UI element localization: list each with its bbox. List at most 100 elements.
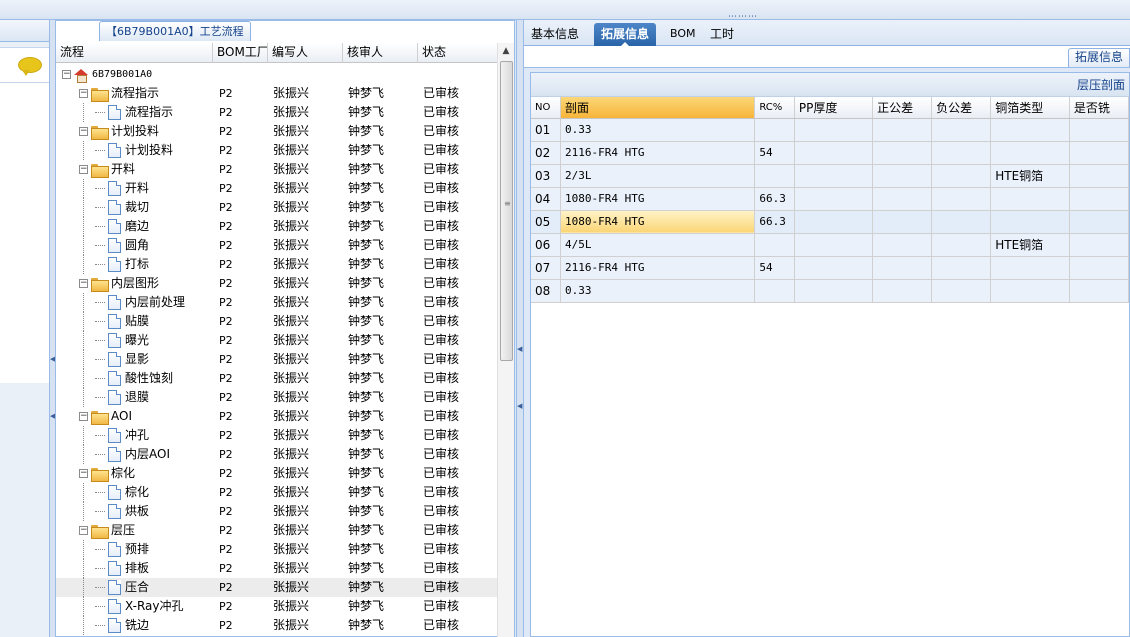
minus-tolerance-cell[interactable] [931, 118, 992, 142]
plus-tolerance-cell[interactable] [872, 187, 933, 211]
milling-cell[interactable] [1069, 256, 1129, 280]
foil-type-cell[interactable]: HTE铜箔 [990, 233, 1070, 257]
profile-cell[interactable]: 1080-FR4 HTG [560, 210, 756, 234]
tab-work-hours[interactable]: 工时 [703, 23, 741, 46]
no-cell[interactable]: 03 [531, 164, 561, 188]
tab-extended-info[interactable]: 拓展信息 [594, 23, 657, 46]
tree-row[interactable]: − 棕化 P2 张振兴 钟梦飞 已审核 [56, 464, 498, 483]
tree-row[interactable]: − 流程指示 P2 张振兴 钟梦飞 已审核 [56, 84, 498, 103]
scroll-up-icon[interactable]: ▲ [498, 43, 514, 59]
collapse-toggle-icon[interactable]: − [79, 165, 88, 174]
no-cell[interactable]: 07 [531, 256, 561, 280]
no-cell[interactable]: 02 [531, 141, 561, 165]
rc-cell[interactable] [754, 279, 795, 303]
subtab-extended-info[interactable]: 拓展信息 [1067, 48, 1130, 67]
tree-row[interactable]: 显影 P2 张振兴 钟梦飞 已审核 [56, 350, 498, 369]
rc-cell[interactable] [754, 164, 795, 188]
tree-row[interactable]: X-Ray冲孔 P2 张振兴 钟梦飞 已审核 [56, 597, 498, 616]
profile-cell[interactable]: 4/5L [560, 233, 756, 257]
tree-row[interactable]: 曝光 P2 张振兴 钟梦飞 已审核 [56, 331, 498, 350]
tree-row[interactable]: 开料 P2 张振兴 钟梦飞 已审核 [56, 179, 498, 198]
tree-row[interactable]: 压合 P2 张振兴 钟梦飞 已审核 [56, 578, 498, 597]
no-cell[interactable]: 01 [531, 118, 561, 142]
tree-row[interactable]: 内层AOI P2 张振兴 钟梦飞 已审核 [56, 445, 498, 464]
minus-tolerance-cell[interactable] [931, 141, 992, 165]
collapse-toggle-icon[interactable]: − [79, 412, 88, 421]
tree-row[interactable]: 内层前处理 P2 张振兴 钟梦飞 已审核 [56, 293, 498, 312]
minus-tolerance-cell[interactable] [931, 256, 992, 280]
tree-row[interactable]: − 内层图形 P2 张振兴 钟梦飞 已审核 [56, 274, 498, 293]
table-row[interactable]: 04 1080-FR4 HTG 66.3 [531, 187, 1129, 211]
column-header-foil-type[interactable]: 铜箔类型 [990, 97, 1070, 119]
tree-node[interactable]: 排板 [56, 559, 213, 578]
plus-tolerance-cell[interactable] [872, 256, 933, 280]
rc-cell[interactable]: 66.3 [754, 210, 795, 234]
no-cell[interactable]: 08 [531, 279, 561, 303]
column-header-bom[interactable]: BOM工厂 [213, 43, 268, 63]
tree-node[interactable]: 裁切 [56, 198, 213, 217]
tree-node[interactable]: − AOI [56, 407, 213, 426]
tree-node[interactable]: 棕化 [56, 483, 213, 502]
tree-row[interactable]: − 层压 P2 张振兴 钟梦飞 已审核 [56, 521, 498, 540]
tree-row[interactable]: 铣边 P2 张振兴 钟梦飞 已审核 [56, 616, 498, 635]
table-row[interactable]: 07 2116-FR4 HTG 54 [531, 256, 1129, 280]
tree-row[interactable]: 预排 P2 张振兴 钟梦飞 已审核 [56, 540, 498, 559]
tree-node[interactable]: − 层压 [56, 521, 213, 540]
foil-type-cell[interactable]: HTE铜箔 [990, 164, 1070, 188]
pp-thickness-cell[interactable] [794, 279, 874, 303]
column-header-no[interactable]: NO [531, 97, 561, 119]
pp-thickness-cell[interactable] [794, 187, 874, 211]
tree-node[interactable]: − 6B79B001A0 [56, 65, 213, 84]
tree-node[interactable]: 烘板 [56, 502, 213, 521]
center-splitter[interactable]: ◀ ◀ [516, 20, 524, 637]
table-row[interactable]: 01 0.33 [531, 118, 1129, 142]
column-header-plus-tolerance[interactable]: 正公差 [872, 97, 933, 119]
plus-tolerance-cell[interactable] [872, 210, 933, 234]
no-cell[interactable]: 06 [531, 233, 561, 257]
tree-node[interactable]: 开料 [56, 179, 213, 198]
tree-row[interactable]: 棕化 P2 张振兴 钟梦飞 已审核 [56, 483, 498, 502]
profile-cell[interactable]: 0.33 [560, 118, 756, 142]
milling-cell[interactable] [1069, 187, 1129, 211]
column-header-pp-thickness[interactable]: PP厚度 [794, 97, 874, 119]
tree-node[interactable]: 冲孔 [56, 426, 213, 445]
message-area[interactable] [0, 47, 50, 83]
tree-node[interactable]: 内层前处理 [56, 293, 213, 312]
minus-tolerance-cell[interactable] [931, 233, 992, 257]
column-header-flow[interactable]: 流程 [56, 43, 213, 63]
table-row[interactable]: 06 4/5L HTE铜箔 [531, 233, 1129, 257]
tree-node[interactable]: − 棕化 [56, 464, 213, 483]
tree-node[interactable]: 曝光 [56, 331, 213, 350]
tree-row[interactable]: 退膜 P2 张振兴 钟梦飞 已审核 [56, 388, 498, 407]
no-cell[interactable]: 04 [531, 187, 561, 211]
table-row[interactable]: 05 1080-FR4 HTG 66.3 [531, 210, 1129, 234]
rc-cell[interactable] [754, 233, 795, 257]
tree-node[interactable]: − 流程指示 [56, 84, 213, 103]
tree-row[interactable]: − 6B79B001A0 [56, 65, 498, 84]
process-flow-title-tab[interactable]: 【6B79B001A0】工艺流程 [99, 21, 251, 41]
tree-node[interactable]: − 开料 [56, 160, 213, 179]
minus-tolerance-cell[interactable] [931, 164, 992, 188]
rc-cell[interactable]: 54 [754, 141, 795, 165]
column-header-milling[interactable]: 是否铣 [1069, 97, 1129, 119]
profile-cell[interactable]: 2116-FR4 HTG [560, 141, 756, 165]
profile-cell[interactable]: 2116-FR4 HTG [560, 256, 756, 280]
column-header-status[interactable]: 状态 [418, 43, 498, 63]
tree-row[interactable]: 贴膜 P2 张振兴 钟梦飞 已审核 [56, 312, 498, 331]
collapse-arrow-icon[interactable]: ◀ [517, 345, 522, 353]
milling-cell[interactable] [1069, 233, 1129, 257]
foil-type-cell[interactable] [990, 210, 1070, 234]
foil-type-cell[interactable] [990, 256, 1070, 280]
tree-vertical-scrollbar[interactable]: ▲ ≡ [497, 43, 514, 637]
tree-node[interactable]: 预排 [56, 540, 213, 559]
collapse-toggle-icon[interactable]: − [62, 70, 71, 79]
foil-type-cell[interactable] [990, 141, 1070, 165]
tree-row[interactable]: 圆角 P2 张振兴 钟梦飞 已审核 [56, 236, 498, 255]
tab-basic-info[interactable]: 基本信息 [524, 23, 586, 46]
tree-row[interactable]: − 开料 P2 张振兴 钟梦飞 已审核 [56, 160, 498, 179]
milling-cell[interactable] [1069, 279, 1129, 303]
tree-row[interactable]: 裁切 P2 张振兴 钟梦飞 已审核 [56, 198, 498, 217]
tree-row[interactable]: 排板 P2 张振兴 钟梦飞 已审核 [56, 559, 498, 578]
column-header-writer[interactable]: 编写人 [268, 43, 343, 63]
profile-cell[interactable]: 1080-FR4 HTG [560, 187, 756, 211]
